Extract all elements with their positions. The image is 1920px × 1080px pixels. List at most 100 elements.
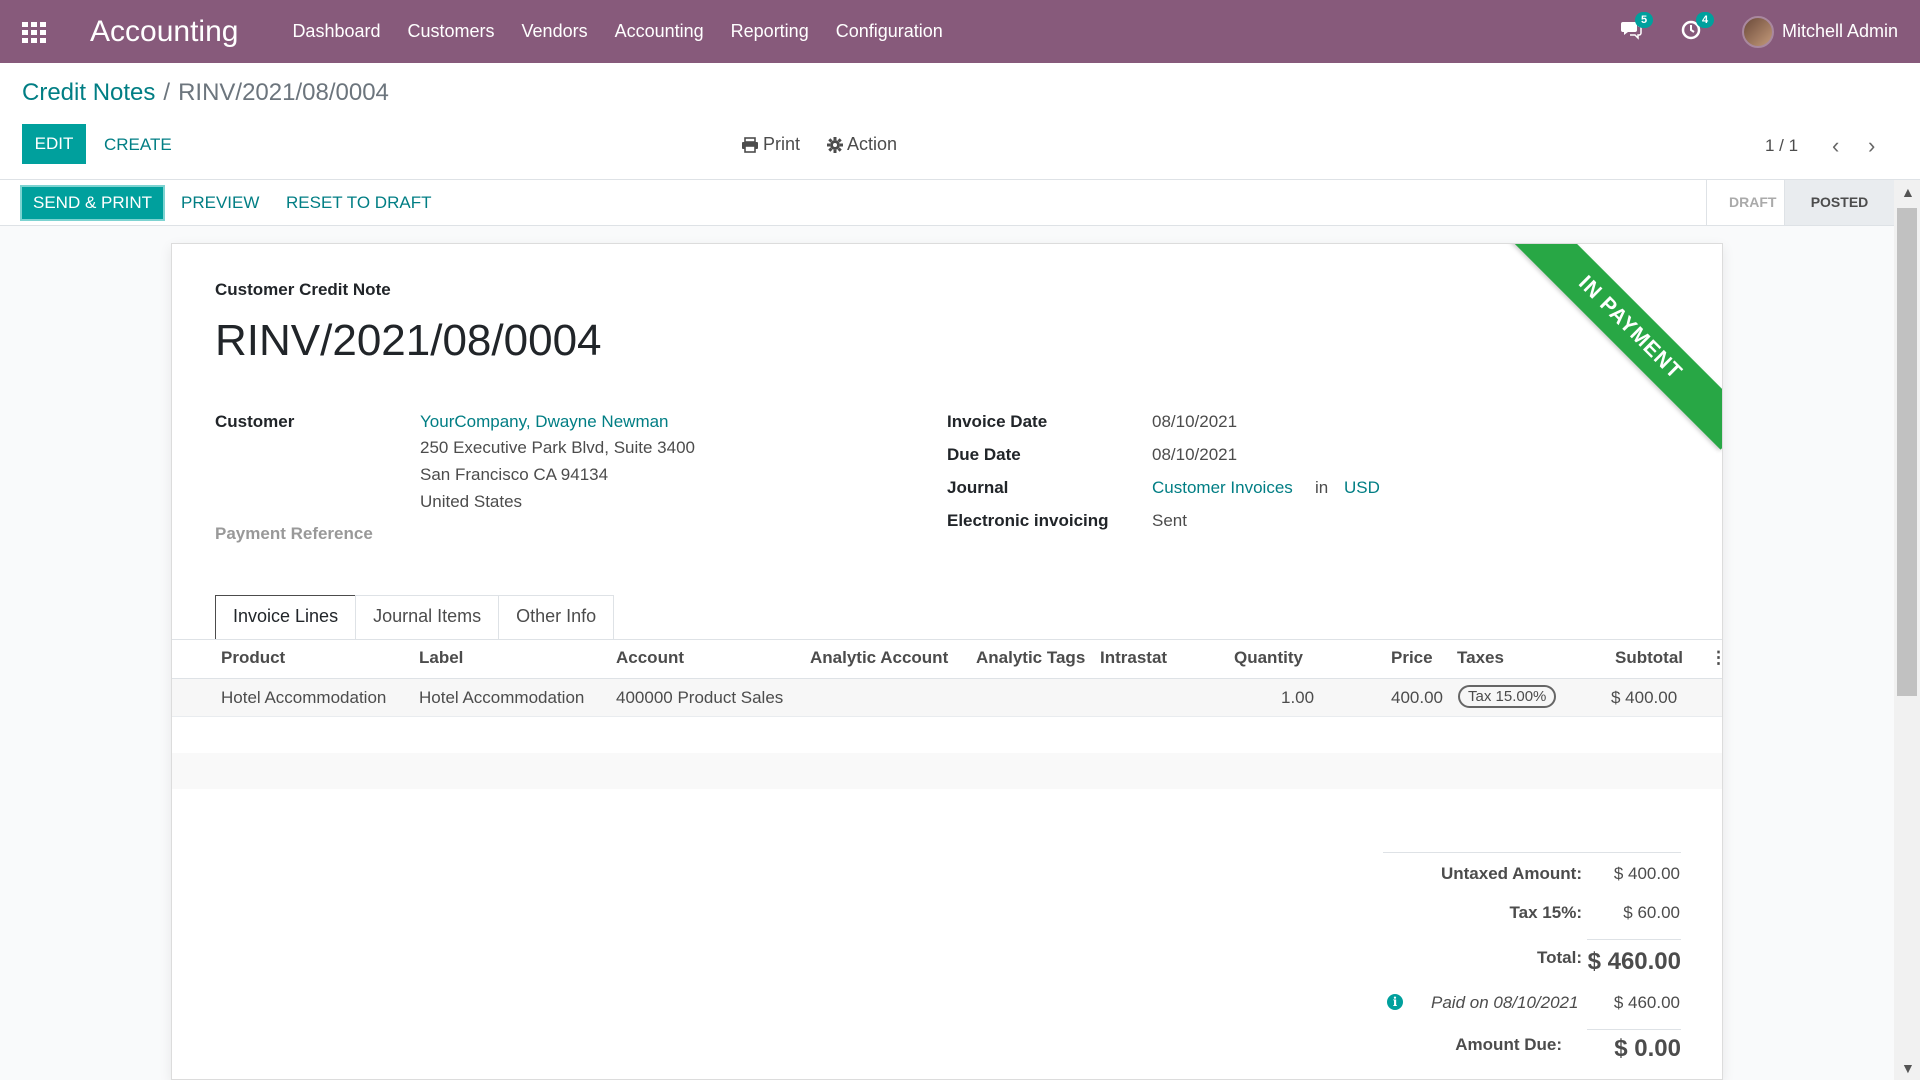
pager-previous-icon[interactable]: ‹ [1832, 133, 1839, 159]
col-header-analytic-account[interactable]: Analytic Account [810, 648, 948, 668]
form-statusbar: SEND & PRINT PREVIEW RESET TO DRAFT DRAF… [0, 180, 1894, 226]
top-navbar: Accounting Dashboard Customers Vendors A… [0, 0, 1920, 63]
status-step-draft[interactable]: DRAFT [1706, 180, 1784, 225]
amount-due-label: Amount Due: [1455, 1035, 1562, 1054]
electronic-invoicing-value: Sent [1152, 511, 1187, 530]
menu-reporting[interactable]: Reporting [731, 21, 809, 42]
notebook-tabs: Invoice Lines Journal Items Other Info [215, 595, 615, 640]
scroll-thumb[interactable] [1897, 208, 1917, 696]
reset-to-draft-button[interactable]: RESET TO DRAFT [286, 193, 431, 213]
activities-count-badge: 4 [1695, 11, 1715, 28]
send-print-button[interactable]: SEND & PRINT [20, 185, 165, 221]
untaxed-amount-label: Untaxed Amount: [1440, 864, 1582, 883]
total-divider [1587, 939, 1681, 940]
in-payment-ribbon: IN PAYMENT [1508, 244, 1722, 450]
status-step-posted[interactable]: POSTED [1784, 180, 1894, 225]
breadcrumb-current: RINV/2021/08/0004 [178, 79, 389, 106]
gear-icon [827, 136, 843, 153]
edit-button[interactable]: EDIT [22, 124, 86, 164]
form-sheet: IN PAYMENT Customer Credit Note RINV/202… [171, 243, 1723, 1080]
user-name[interactable]: Mitchell Admin [1782, 21, 1898, 42]
messages-button[interactable]: 5 [1620, 11, 1654, 44]
tab-journal-items[interactable]: Journal Items [355, 595, 500, 640]
tax-badge[interactable]: Tax 15.00% [1458, 685, 1557, 708]
col-header-price[interactable]: Price [1391, 648, 1433, 668]
status-steps: DRAFT POSTED [1706, 180, 1894, 225]
messages-count-badge: 5 [1634, 11, 1654, 28]
tab-other-info[interactable]: Other Info [498, 595, 615, 640]
col-header-taxes[interactable]: Taxes [1457, 648, 1504, 668]
cell-quantity[interactable]: 1.00 [1281, 688, 1314, 708]
totals-top-divider [1383, 852, 1681, 853]
preview-button[interactable]: PREVIEW [181, 193, 259, 213]
menu-customers[interactable]: Customers [408, 21, 495, 42]
breadcrumb-credit-notes[interactable]: Credit Notes [22, 79, 155, 106]
tax-value: $ 60.00 [1623, 903, 1680, 922]
amount-due-divider [1587, 1029, 1681, 1030]
invoice-date-label: Invoice Date [947, 412, 1048, 431]
cell-subtotal[interactable]: $ 400.00 [1611, 688, 1677, 708]
cell-label[interactable]: Hotel Accommodation [419, 688, 584, 708]
customer-address-line2: San Francisco CA 94134 [420, 465, 609, 484]
print-label: Print [763, 134, 801, 154]
amount-due-value: $ 0.00 [1614, 1035, 1681, 1062]
col-header-subtotal[interactable]: Subtotal [1615, 648, 1683, 668]
cell-account[interactable]: 400000 Product Sales [616, 688, 783, 708]
customer-address-line3: United States [420, 492, 523, 511]
empty-table-row [172, 753, 1722, 789]
tab-invoice-lines[interactable]: Invoice Lines [215, 595, 357, 640]
total-value: $ 460.00 [1587, 948, 1681, 975]
due-date-value: 08/10/2021 [1152, 445, 1238, 464]
control-panel: Credit Notes / RINV/2021/08/0004 EDIT CREA… [0, 63, 1920, 180]
print-icon [742, 136, 758, 153]
payment-reference-label: Payment Reference [215, 524, 373, 543]
user-avatar[interactable] [1741, 15, 1774, 48]
main-menu: Dashboard Customers Vendors Accounting R… [292, 21, 969, 42]
payment-info-icon[interactable]: i [1387, 994, 1403, 1010]
pager-next-icon[interactable]: › [1868, 133, 1875, 159]
journal-in-text: in [1315, 478, 1329, 497]
action-button[interactable]: Action [827, 134, 897, 155]
journal-link[interactable]: Customer Invoices [1152, 478, 1293, 498]
pager-value[interactable]: 1 / 1 [1765, 136, 1798, 156]
journal-label: Journal [947, 478, 1009, 497]
customer-name-link[interactable]: YourCompany, Dwayne Newman [420, 412, 669, 432]
tax-label: Tax 15%: [1509, 903, 1582, 922]
systray: 5 4 Mitchell Admin [1620, 11, 1898, 48]
invoice-date-value: 08/10/2021 [1152, 412, 1238, 431]
electronic-invoicing-label: Electronic invoicing [947, 511, 1109, 530]
document-number: RINV/2021/08/0004 [215, 316, 602, 365]
document-type: Customer Credit Note [215, 280, 391, 299]
action-label: Action [847, 134, 898, 154]
tab-divider [172, 639, 1722, 640]
col-header-label[interactable]: Label [419, 648, 463, 668]
menu-dashboard[interactable]: Dashboard [292, 21, 380, 42]
cell-product[interactable]: Hotel Accommodation [221, 688, 386, 708]
menu-vendors[interactable]: Vendors [522, 21, 588, 42]
vertical-scrollbar[interactable]: ▲ ▼ [1894, 180, 1920, 1080]
customer-address-line1: 250 Executive Park Blvd, Suite 3400 [420, 438, 695, 457]
menu-accounting[interactable]: Accounting [615, 21, 704, 42]
untaxed-amount-value: $ 400.00 [1613, 864, 1680, 883]
menu-configuration[interactable]: Configuration [836, 21, 943, 42]
col-header-analytic-tags[interactable]: Analytic Tags [976, 648, 1085, 668]
app-brand[interactable]: Accounting [90, 15, 238, 49]
apps-menu-icon[interactable] [22, 21, 48, 43]
customer-label: Customer [215, 412, 295, 431]
col-header-account[interactable]: Account [616, 648, 684, 668]
column-options-icon[interactable]: ⋮ [1710, 648, 1722, 668]
col-header-product[interactable]: Product [221, 648, 285, 668]
activities-button[interactable]: 4 [1681, 11, 1715, 44]
scroll-up-icon[interactable]: ▲ [1901, 184, 1915, 200]
due-date-label: Due Date [947, 445, 1021, 464]
cell-price[interactable]: 400.00 [1391, 688, 1443, 708]
create-button[interactable]: CREATE [104, 135, 172, 155]
print-button[interactable]: Print [741, 134, 800, 155]
paid-amount-value: $ 460.00 [1613, 993, 1680, 1012]
currency-link[interactable]: USD [1344, 478, 1380, 498]
scroll-down-icon[interactable]: ▼ [1901, 1060, 1915, 1076]
paid-on-label: Paid on 08/10/2021 [1431, 993, 1579, 1012]
col-header-quantity[interactable]: Quantity [1234, 648, 1303, 668]
breadcrumb-separator: / [163, 79, 171, 106]
col-header-intrastat[interactable]: Intrastat [1100, 648, 1167, 668]
